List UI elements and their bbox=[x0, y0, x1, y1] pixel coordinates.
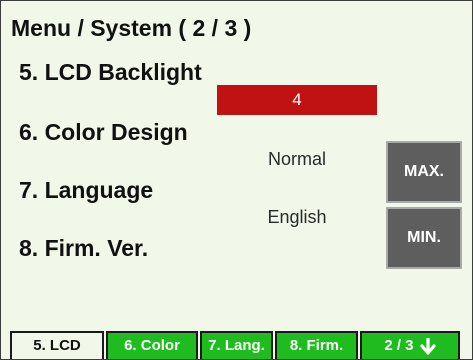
min-button[interactable]: MIN. bbox=[386, 207, 462, 269]
page-indicator-label: 2 / 3 bbox=[384, 337, 414, 354]
tab-page-next[interactable]: 2 / 3 bbox=[360, 331, 460, 359]
tab-language[interactable]: 7. Lang. bbox=[200, 331, 273, 359]
tab-bar: 5. LCD 6. Color 7. Lang. 8. Firm. 2 / 3 bbox=[1, 323, 472, 359]
system-menu-screen: Menu / System ( 2 / 3 ) 5. LCD Backlight… bbox=[0, 0, 473, 360]
menu-item-firmware-version[interactable]: 8. Firm. Ver. bbox=[19, 235, 148, 262]
language-value: English bbox=[267, 207, 327, 227]
menu-item-lcd-backlight[interactable]: 5. LCD Backlight bbox=[19, 59, 202, 86]
arrow-down-icon bbox=[420, 337, 436, 355]
tab-firmware[interactable]: 8. Firm. bbox=[275, 331, 358, 359]
menu-item-language[interactable]: 7. Language bbox=[19, 177, 153, 204]
lcd-backlight-value-bar[interactable]: 4 bbox=[217, 85, 377, 115]
tab-color[interactable]: 6. Color bbox=[106, 331, 198, 359]
tab-lcd[interactable]: 5. LCD bbox=[10, 331, 104, 359]
color-design-value: Normal bbox=[267, 149, 326, 169]
menu-item-color-design[interactable]: 6. Color Design bbox=[19, 119, 188, 146]
page-title: Menu / System ( 2 / 3 ) bbox=[11, 15, 252, 41]
max-button[interactable]: MAX. bbox=[386, 141, 462, 203]
